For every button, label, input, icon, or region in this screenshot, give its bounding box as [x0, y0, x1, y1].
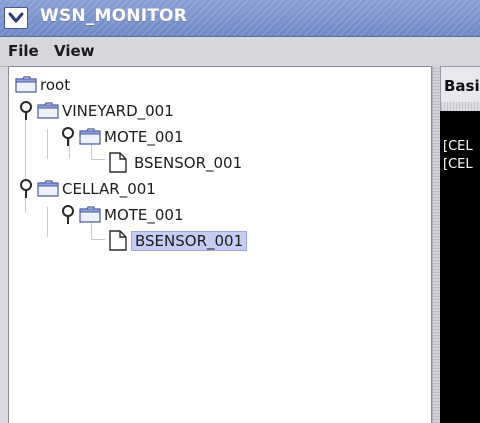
tree-expanded-handle-icon[interactable] — [19, 101, 33, 121]
menu-bar: File View — [0, 37, 480, 67]
window-menu-button[interactable] — [4, 7, 28, 29]
tree-node-label: MOTE_001 — [104, 128, 184, 146]
tree-panel[interactable]: root VINEYARD_001 MOTE_001 BSENSOR_001 C… — [8, 66, 432, 423]
tree-expanded-handle-icon[interactable] — [61, 127, 75, 147]
split-pane-divider[interactable] — [432, 66, 440, 423]
folder-icon — [37, 180, 59, 201]
window-title: WSN_MONITOR — [40, 6, 187, 26]
tree-node-label: BSENSOR_001 — [131, 231, 248, 251]
chevron-down-icon — [8, 12, 24, 23]
tree-expanded-handle-icon[interactable] — [61, 205, 75, 225]
tree-connector — [91, 159, 105, 160]
tree-node-label: CELLAR_001 — [62, 180, 156, 198]
tree-node-label: MOTE_001 — [104, 206, 184, 224]
tab-label: Basi — [444, 77, 480, 95]
tree-node-label: root — [40, 76, 71, 94]
menu-file[interactable]: File — [4, 41, 43, 61]
tree-expanded-handle-icon[interactable] — [19, 179, 33, 199]
tree-connector — [91, 239, 105, 240]
console-line: [CEL — [443, 139, 473, 154]
console-output[interactable]: [CEL [CEL — [440, 111, 480, 423]
folder-icon — [37, 102, 59, 123]
file-icon — [109, 152, 127, 177]
right-panel: Basi [CEL [CEL — [440, 66, 480, 423]
tree-node-label: BSENSOR_001 — [134, 154, 243, 172]
menu-view[interactable]: View — [50, 41, 99, 61]
console-line: [CEL — [443, 157, 473, 172]
tree-node-label: VINEYARD_001 — [62, 102, 174, 120]
folder-icon — [79, 128, 101, 149]
title-bar[interactable]: WSN_MONITOR — [0, 0, 480, 37]
tab-strip — [440, 102, 480, 111]
tree-connector — [47, 207, 48, 237]
folder-icon — [15, 76, 37, 97]
tab-basic[interactable]: Basi — [440, 66, 480, 102]
folder-icon — [79, 206, 101, 227]
tree-connector — [47, 129, 48, 159]
file-icon — [109, 230, 127, 255]
